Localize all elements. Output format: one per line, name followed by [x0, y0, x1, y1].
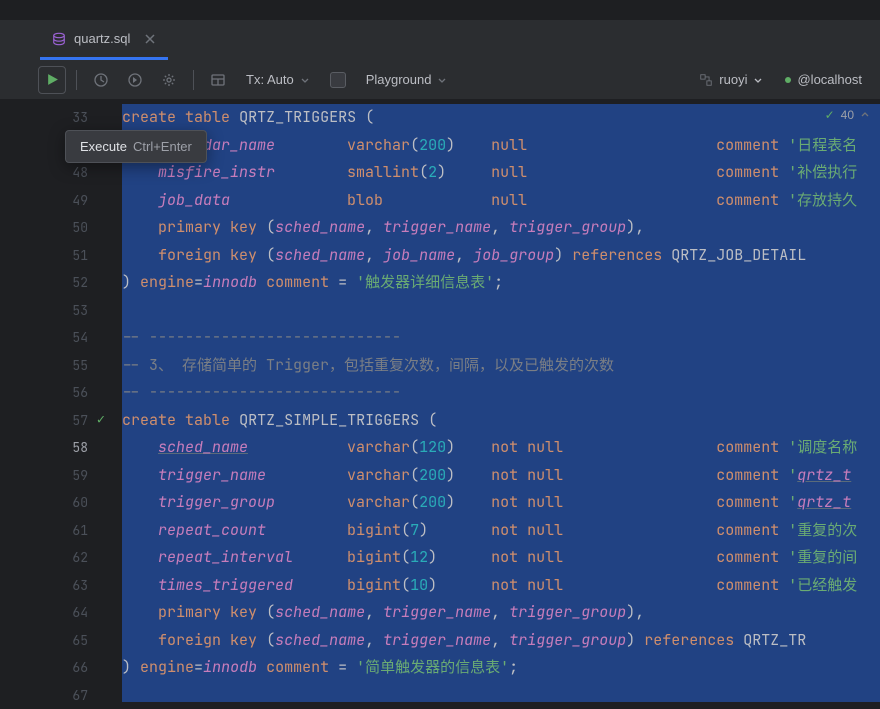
code-line: trigger_name varchar(200) not null comme… — [122, 462, 880, 490]
line-gutter: 334748495051525354555657✓585960616263646… — [0, 100, 110, 702]
code-line: ) engine=innodb comment = '触发器详细信息表'; — [122, 269, 880, 297]
code-line — [122, 682, 880, 703]
check-icon: ✓ — [825, 108, 835, 122]
code-line: foreign key (sched_name, job_name, job_g… — [122, 242, 880, 270]
code-line: primary key (sched_name, trigger_name, t… — [122, 599, 880, 627]
code-line: repeat_count bigint(7) not null comment … — [122, 517, 880, 545]
output-layout-icon[interactable] — [204, 66, 232, 94]
code-line: times_triggered bigint(10) not null comm… — [122, 572, 880, 600]
session-host: @localhost — [797, 72, 862, 87]
code-line: sched_name varchar(120) not null comment… — [122, 434, 880, 462]
close-icon[interactable] — [144, 33, 156, 45]
explain-plan-icon[interactable] — [121, 66, 149, 94]
code-line: ) engine=innodb comment = '简单触发器的信息表'; — [122, 654, 880, 682]
toolbar: Tx: Auto Playground ruoyi @localhost — [0, 60, 880, 100]
tx-mode-dropdown[interactable]: Tx: Auto — [238, 66, 318, 94]
chevron-down-icon — [437, 75, 447, 85]
console-label: Playground — [366, 72, 432, 87]
chevron-down-icon — [300, 75, 310, 85]
code-content[interactable]: create table QRTZ_TRIGGERS ( calendar_na… — [110, 100, 880, 702]
tab-filename: quartz.sql — [74, 31, 130, 46]
datasource-selector[interactable]: ruoyi — [691, 72, 771, 87]
datasource-name: ruoyi — [719, 72, 747, 87]
console-dropdown[interactable]: Playground — [358, 66, 456, 94]
code-line: create table QRTZ_SIMPLE_TRIGGERS ( — [122, 407, 880, 435]
tab-bar: quartz.sql — [0, 20, 880, 60]
chevron-down-icon — [753, 75, 763, 85]
history-icon[interactable] — [87, 66, 115, 94]
connected-icon — [785, 77, 791, 83]
code-line: create table QRTZ_TRIGGERS ( — [122, 104, 880, 132]
code-line: -- 3、 存储简单的 Trigger，包括重复次数，间隔，以及已触发的次数 — [122, 352, 880, 380]
problems-count: 40 — [841, 108, 854, 122]
editor[interactable]: 334748495051525354555657✓585960616263646… — [0, 100, 880, 702]
code-line: -- ---------------------------- — [122, 324, 880, 352]
code-line: job_data blob null comment '存放持久 — [122, 187, 880, 215]
execute-tooltip: Execute Ctrl+Enter — [65, 130, 207, 163]
tooltip-shortcut: Ctrl+Enter — [133, 139, 192, 154]
settings-icon[interactable] — [155, 66, 183, 94]
code-line: trigger_group varchar(200) not null comm… — [122, 489, 880, 517]
database-icon — [52, 32, 66, 46]
code-line: calendar_name varchar(200) null comment … — [122, 132, 880, 160]
tab-file[interactable]: quartz.sql — [40, 20, 168, 60]
code-line — [122, 297, 880, 325]
code-line: primary key (sched_name, trigger_name, t… — [122, 214, 880, 242]
readonly-checkbox[interactable] — [324, 66, 352, 94]
tooltip-label: Execute — [80, 139, 127, 154]
execute-button[interactable] — [38, 66, 66, 94]
problems-widget[interactable]: ✓ 40 — [825, 108, 870, 122]
chevron-up-icon — [860, 110, 870, 120]
code-line: misfire_instr smallint(2) null comment '… — [122, 159, 880, 187]
code-line: repeat_interval bigint(12) not null comm… — [122, 544, 880, 572]
run-gutter-check-icon: ✓ — [96, 407, 106, 435]
tx-mode-label: Tx: Auto — [246, 72, 294, 87]
schema-icon — [699, 73, 713, 87]
session-selector[interactable]: @localhost — [777, 72, 870, 87]
code-line: -- ---------------------------- — [122, 379, 880, 407]
code-line: foreign key (sched_name, trigger_name, t… — [122, 627, 880, 655]
